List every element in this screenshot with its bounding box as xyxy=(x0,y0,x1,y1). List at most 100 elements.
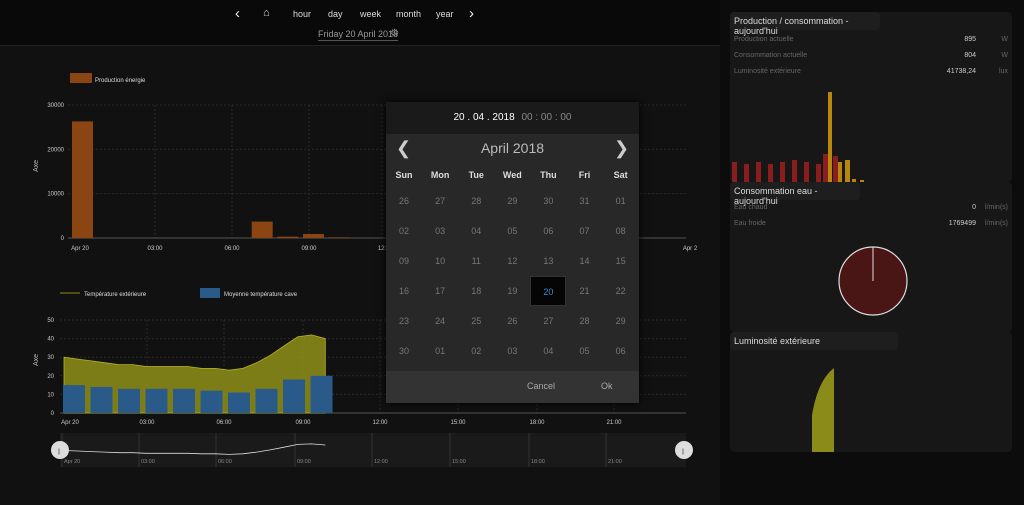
day-button[interactable]: day xyxy=(328,9,343,19)
calendar-week-row: 26 27 28 29 30 31 01 xyxy=(386,186,639,216)
calendar-day[interactable]: 28 xyxy=(566,306,602,336)
calendar-day[interactable]: 23 xyxy=(386,306,422,336)
calendar-day[interactable]: 29 xyxy=(494,186,530,216)
info-unit: W xyxy=(1001,52,1008,59)
calendar-day[interactable]: 25 xyxy=(458,306,494,336)
next-month-icon[interactable]: ❯ xyxy=(614,138,629,159)
calendar-day[interactable]: 07 xyxy=(566,216,602,246)
home-icon[interactable]: ⌂ xyxy=(263,7,270,19)
calendar-day[interactable]: 11 xyxy=(458,246,494,276)
calendar-day[interactable]: 03 xyxy=(422,216,458,246)
calendar-day[interactable]: 22 xyxy=(603,276,639,306)
cave-temperature-bar[interactable] xyxy=(63,385,85,413)
info-label: Consommation actuelle xyxy=(734,52,808,59)
calendar-day[interactable]: 09 xyxy=(386,246,422,276)
calendar-day[interactable]: 12 xyxy=(494,246,530,276)
calendar-day[interactable]: 03 xyxy=(494,336,530,366)
range-navigator[interactable]: Apr 20 03:00 06:00 09:00 12:00 15:00 18:00 21:0… xyxy=(0,433,720,469)
weekday-header: Thu xyxy=(540,170,557,180)
cave-temperature-bar[interactable] xyxy=(145,388,168,413)
calendar-day[interactable]: 04 xyxy=(458,216,494,246)
legend-temperature-exterieure[interactable]: Température extérieure xyxy=(84,292,147,298)
calendar-day[interactable]: 01 xyxy=(603,186,639,216)
calendar-day[interactable]: 19 xyxy=(494,276,530,306)
calendar-day[interactable]: 31 xyxy=(566,186,602,216)
legend-production[interactable]: Production énergie xyxy=(95,78,146,84)
navigator-tick-label: 18:00 xyxy=(531,459,545,465)
weekday-header: Wed xyxy=(502,170,522,180)
mini-consumption-bar xyxy=(833,156,838,182)
calendar-day[interactable]: 27 xyxy=(422,186,458,216)
hour-button[interactable]: hour xyxy=(293,9,311,19)
calendar-day[interactable]: 02 xyxy=(458,336,494,366)
cancel-button[interactable]: Cancel xyxy=(527,381,555,391)
calendar-day[interactable]: 14 xyxy=(566,246,602,276)
previous-arrow-icon[interactable]: ‹ xyxy=(235,5,240,22)
info-label: Production actuelle xyxy=(734,36,794,43)
y-tick-label: 30000 xyxy=(47,103,64,109)
calendar-day[interactable]: 28 xyxy=(458,186,494,216)
mini-consumption-bar xyxy=(744,164,749,182)
info-row: Consommation actuelle 804 W xyxy=(734,52,1010,59)
y-axis-label: Axe xyxy=(33,160,40,172)
water-card-title: Consommation eau - aujourd'hui xyxy=(730,182,860,206)
cave-temperature-bar[interactable] xyxy=(173,388,195,413)
calendar-day-selected[interactable]: 20 xyxy=(530,276,567,306)
calendar-day[interactable]: 26 xyxy=(386,186,422,216)
calendar-day[interactable]: 17 xyxy=(422,276,458,306)
cave-temperature-bar[interactable] xyxy=(310,375,333,413)
year-button[interactable]: year xyxy=(436,9,454,19)
calendar-day[interactable]: 16 xyxy=(386,276,422,306)
calendar-day[interactable]: 18 xyxy=(458,276,494,306)
calendar-grid: Sun Mon Tue Wed Thu Fri Sat 26 27 28 29 30 31 01 02 03 0… xyxy=(386,164,639,366)
production-bar[interactable] xyxy=(328,237,350,238)
calendar-day[interactable]: 21 xyxy=(566,276,602,306)
selected-date[interactable]: 20 . 04 . 2018 xyxy=(454,112,515,123)
production-bar[interactable] xyxy=(303,234,324,238)
calendar-day[interactable]: 02 xyxy=(386,216,422,246)
x-tick-label: 18:00 xyxy=(529,420,545,426)
calendar-day[interactable]: 05 xyxy=(566,336,602,366)
calendar-day[interactable]: 29 xyxy=(603,306,639,336)
calendar-day[interactable]: 30 xyxy=(530,186,566,216)
legend-temperature-cave[interactable]: Moyenne température cave xyxy=(224,292,298,298)
production-bar[interactable] xyxy=(251,221,273,238)
x-tick-label: Apr 20 xyxy=(61,420,79,426)
date-picker-label[interactable]: Friday 20 April 2018 xyxy=(318,29,399,41)
cave-temperature-bar[interactable] xyxy=(200,390,223,413)
y-tick-label: 20000 xyxy=(47,147,64,153)
navigator-tick-label: Apr 20 xyxy=(64,459,80,465)
mini-production-bar xyxy=(845,160,850,182)
week-button[interactable]: week xyxy=(360,9,381,19)
gear-icon[interactable]: ⚙ xyxy=(390,28,399,39)
mini-production-bar xyxy=(828,92,832,182)
calendar-day[interactable]: 05 xyxy=(494,216,530,246)
calendar-day[interactable]: 06 xyxy=(530,216,566,246)
calendar-day[interactable]: 27 xyxy=(530,306,566,336)
production-bar[interactable] xyxy=(277,236,299,238)
production-bar[interactable] xyxy=(72,121,93,238)
calendar-day[interactable]: 01 xyxy=(422,336,458,366)
calendar-day[interactable]: 15 xyxy=(603,246,639,276)
cave-temperature-bar[interactable] xyxy=(90,386,113,413)
calendar-day[interactable]: 06 xyxy=(603,336,639,366)
calendar-day[interactable]: 30 xyxy=(386,336,422,366)
cave-temperature-bar[interactable] xyxy=(255,388,278,413)
calendar-day[interactable]: 04 xyxy=(530,336,566,366)
month-button[interactable]: month xyxy=(396,9,421,19)
calendar-day[interactable]: 08 xyxy=(603,216,639,246)
cave-temperature-bar[interactable] xyxy=(118,388,140,413)
cave-temperature-bar[interactable] xyxy=(228,392,250,413)
calendar-day[interactable]: 26 xyxy=(494,306,530,336)
weekday-header: Mon xyxy=(430,170,450,180)
calendar-week-row: 09 10 11 12 13 14 15 xyxy=(386,246,639,276)
cave-temperature-bar[interactable] xyxy=(283,379,305,413)
calendar-day[interactable]: 24 xyxy=(422,306,458,336)
calendar-day[interactable]: 10 xyxy=(422,246,458,276)
calendar-day[interactable]: 13 xyxy=(530,246,566,276)
right-panel: Production / consommation - aujourd'hui … xyxy=(720,0,1024,505)
water-card: Consommation eau - aujourd'hui Eau chaud… xyxy=(730,182,1012,332)
next-arrow-icon[interactable]: › xyxy=(469,5,474,22)
selected-time[interactable]: 00 : 00 : 00 xyxy=(521,112,571,123)
ok-button[interactable]: Ok xyxy=(601,381,613,391)
